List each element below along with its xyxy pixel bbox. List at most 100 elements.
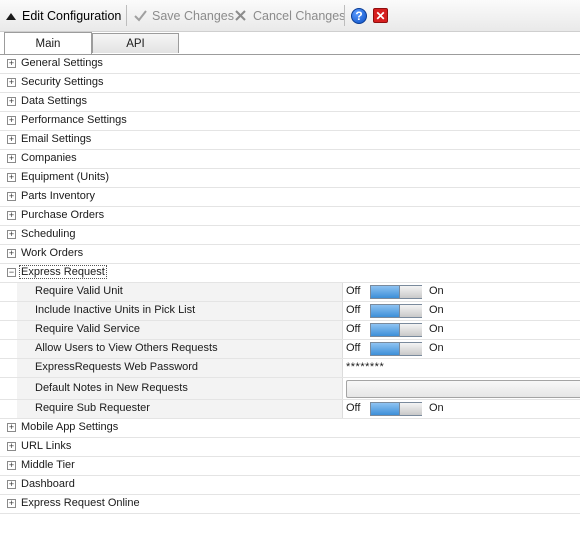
checkmark-icon xyxy=(134,9,147,22)
property-name-cell: Require Valid Service xyxy=(17,321,343,339)
expand-icon[interactable]: + xyxy=(7,78,16,87)
tree-group-express-request-online[interactable]: + Express Request Online xyxy=(0,495,580,514)
property-indent xyxy=(0,400,17,418)
tree-group-security-settings[interactable]: + Security Settings xyxy=(0,74,580,93)
cancel-changes-button[interactable]: Cancel Changes xyxy=(235,0,345,31)
help-icon: ? xyxy=(351,7,367,24)
toggle-switch[interactable] xyxy=(370,342,422,356)
toggle-knob[interactable] xyxy=(399,305,422,317)
tree-group-performance-settings[interactable]: + Performance Settings xyxy=(0,112,580,131)
property-indent xyxy=(0,302,17,320)
property-name: ExpressRequests Web Password xyxy=(35,361,199,373)
tree-group-express-request[interactable]: − Express Request xyxy=(0,264,580,283)
toolbar: Edit Configuration Save Changes Cancel C… xyxy=(0,0,580,32)
expand-icon[interactable]: + xyxy=(7,154,16,163)
toggle-on-label: On xyxy=(429,304,444,316)
cancel-changes-label: Cancel Changes xyxy=(253,8,346,23)
tree-group-label: Express Request Online xyxy=(21,497,140,509)
tree-group-label: Equipment (Units) xyxy=(21,171,110,183)
property-name: Include Inactive Units in Pick List xyxy=(35,304,196,316)
tree-group-label: General Settings xyxy=(21,57,103,69)
tab-api[interactable]: API xyxy=(92,33,179,53)
property-name: Require Sub Requester xyxy=(35,402,150,414)
property-row-include-inactive-units-in-pick-list: Include Inactive Units in Pick List Off On xyxy=(0,302,580,321)
tree-group-parts-inventory[interactable]: + Parts Inventory xyxy=(0,188,580,207)
toggle-knob[interactable] xyxy=(399,324,422,336)
tree-group-label: Scheduling xyxy=(21,228,76,240)
help-button[interactable]: ? xyxy=(351,0,367,31)
tree-group-middle-tier[interactable]: + Middle Tier xyxy=(0,457,580,476)
tree-group-companies[interactable]: + Companies xyxy=(0,150,580,169)
tree-group-data-settings[interactable]: + Data Settings xyxy=(0,93,580,112)
expand-icon[interactable]: + xyxy=(7,442,16,451)
tree-group-work-orders[interactable]: + Work Orders xyxy=(0,245,580,264)
property-indent xyxy=(0,359,17,377)
property-row-expressrequests-web-password: ExpressRequests Web Password ******** xyxy=(0,359,580,378)
toggle-switch[interactable] xyxy=(370,402,422,416)
tab-strip: Main API xyxy=(0,31,580,55)
property-indent xyxy=(0,378,17,399)
property-name: Require Valid Unit xyxy=(35,285,123,297)
tab-main[interactable]: Main xyxy=(4,32,92,54)
toggle-switch[interactable] xyxy=(370,323,422,337)
tree-group-label: Express Request xyxy=(19,265,107,279)
save-changes-label: Save Changes xyxy=(152,8,235,23)
tree-group-scheduling[interactable]: + Scheduling xyxy=(0,226,580,245)
close-icon: ✕ xyxy=(373,8,388,23)
property-value-cell: Off On xyxy=(345,302,580,320)
property-value-cell xyxy=(345,378,580,398)
expand-icon[interactable]: + xyxy=(7,461,16,470)
property-row-allow-users-to-view-others-requests: Allow Users to View Others Requests Off On xyxy=(0,340,580,359)
edit-configuration-button[interactable]: Edit Configuration xyxy=(6,0,121,31)
toggle-on-label: On xyxy=(429,285,444,297)
tree-group-email-settings[interactable]: + Email Settings xyxy=(0,131,580,150)
property-name-cell: Allow Users to View Others Requests xyxy=(17,340,343,358)
expand-icon[interactable]: + xyxy=(7,230,16,239)
property-name-cell: Require Sub Requester xyxy=(17,400,343,418)
toggle-off-label: Off xyxy=(346,304,361,316)
expand-icon[interactable]: + xyxy=(7,499,16,508)
property-name: Allow Users to View Others Requests xyxy=(35,342,218,354)
expand-icon[interactable]: + xyxy=(7,59,16,68)
toggle-off-label: Off xyxy=(346,285,361,297)
expand-icon[interactable]: + xyxy=(7,97,16,106)
toggle-off-label: Off xyxy=(346,323,361,335)
expand-icon[interactable]: + xyxy=(7,116,16,125)
password-value[interactable]: ******** xyxy=(346,361,384,373)
tree-group-general-settings[interactable]: + General Settings xyxy=(0,55,580,74)
toggle-switch[interactable] xyxy=(370,285,422,299)
property-name-cell: Require Valid Unit xyxy=(17,283,343,301)
tree-group-purchase-orders[interactable]: + Purchase Orders xyxy=(0,207,580,226)
expand-icon[interactable]: + xyxy=(7,135,16,144)
tree-group-dashboard[interactable]: + Dashboard xyxy=(0,476,580,495)
collapse-icon[interactable]: − xyxy=(7,268,16,277)
tree-group-mobile-app-settings[interactable]: + Mobile App Settings xyxy=(0,419,580,438)
expand-icon[interactable]: + xyxy=(7,211,16,220)
save-changes-button[interactable]: Save Changes xyxy=(134,0,234,31)
expand-icon[interactable]: + xyxy=(7,480,16,489)
default-notes-input[interactable] xyxy=(346,380,580,398)
toggle-knob[interactable] xyxy=(399,403,422,415)
toolbar-divider xyxy=(126,5,127,26)
toolbar-divider xyxy=(344,5,345,26)
expand-icon[interactable]: + xyxy=(7,173,16,182)
property-name: Require Valid Service xyxy=(35,323,140,335)
expand-icon[interactable]: + xyxy=(7,249,16,258)
property-row-default-notes-in-new-requests: Default Notes in New Requests xyxy=(0,378,580,400)
toggle-knob[interactable] xyxy=(399,343,422,355)
expand-icon[interactable]: + xyxy=(7,192,16,201)
close-button[interactable]: ✕ xyxy=(373,0,388,31)
toggle-switch[interactable] xyxy=(370,304,422,318)
property-row-require-sub-requester: Require Sub Requester Off On xyxy=(0,400,580,419)
tree-group-label: Parts Inventory xyxy=(21,190,95,202)
property-indent xyxy=(0,340,17,358)
tree-group-url-links[interactable]: + URL Links xyxy=(0,438,580,457)
tree-group-equipment-units[interactable]: + Equipment (Units) xyxy=(0,169,580,188)
tree-group-label: Mobile App Settings xyxy=(21,421,119,433)
edit-configuration-label: Edit Configuration xyxy=(22,8,122,23)
toggle-knob[interactable] xyxy=(399,286,422,298)
expand-icon[interactable]: + xyxy=(7,423,16,432)
property-value-cell: Off On xyxy=(345,340,580,358)
tree-group-label: URL Links xyxy=(21,440,72,452)
tree-group-label: Security Settings xyxy=(21,76,104,88)
